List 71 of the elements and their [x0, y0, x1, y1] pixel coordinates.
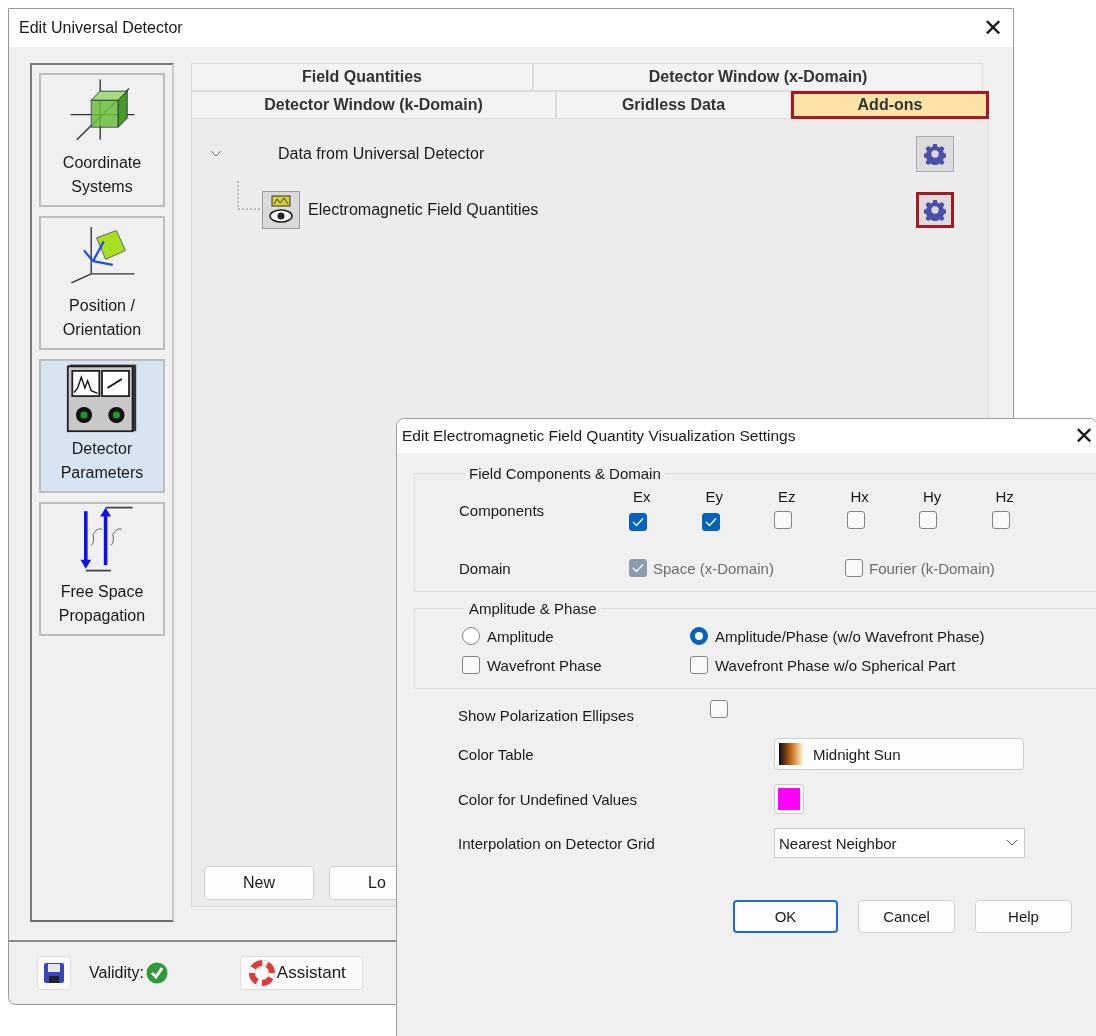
settings-button[interactable] [916, 192, 954, 228]
check-icon [632, 563, 644, 573]
lifebuoy-icon [248, 960, 275, 986]
option-label: Wavefront Phase w/o Spherical Part [715, 656, 956, 674]
tab[interactable]: Gridless Data [556, 91, 791, 119]
component-checkbox[interactable] [701, 513, 720, 531]
validity-label: Validity: [89, 964, 144, 982]
checkbox-label: Fourier (k-Domain) [869, 559, 995, 577]
setting-label: Show Polarization Ellipses [458, 707, 634, 724]
column-label: Hz [994, 488, 1014, 505]
sidebar-item[interactable]: Detector Parameters [39, 359, 165, 493]
action-button[interactable]: New [204, 866, 314, 900]
sidebar-label: Detector Parameters [59, 439, 145, 483]
option-label: Amplitude [487, 627, 554, 645]
checkbox[interactable] [690, 656, 708, 674]
component-checkbox[interactable] [846, 511, 865, 529]
close-icon[interactable]: ✕ [1074, 424, 1094, 448]
component-checkbox[interactable] [774, 511, 792, 529]
chevron-down-icon [1006, 839, 1018, 847]
column-label: Ez [777, 488, 796, 505]
checkbox[interactable] [710, 699, 728, 718]
radio-button[interactable] [690, 627, 708, 645]
component-checkbox[interactable] [991, 511, 1010, 529]
radio-button[interactable] [462, 627, 480, 645]
column-label: Ex [632, 488, 651, 505]
group-title: Field Components & Domain [468, 465, 662, 482]
row-label: Components [459, 502, 545, 519]
check-icon [632, 517, 644, 527]
window-title: Edit Universal Detector [19, 19, 183, 37]
column-label: Hx [849, 488, 869, 505]
settings-icon [924, 199, 946, 221]
component-checkbox[interactable] [629, 513, 647, 531]
tab[interactable]: Detector Window (k-Domain) [191, 91, 556, 119]
tab[interactable]: Add-ons [791, 91, 989, 119]
gradient-swatch-icon [779, 743, 803, 765]
setting-label: Color for Undefined Values [458, 790, 637, 808]
sidebar-label: Coordinate Systems [61, 153, 143, 197]
interpolation-dropdown[interactable]: Nearest Neighbor [774, 828, 1025, 858]
close-icon[interactable]: ✕ [983, 16, 1003, 40]
sidebar-label: Position / Orientation [61, 296, 143, 340]
eye-monitor-icon [262, 191, 300, 229]
sidebar-item[interactable]: Free Space Propagation [39, 502, 165, 636]
settings-icon [924, 143, 946, 165]
checkbox[interactable] [462, 656, 480, 674]
setting-label: Interpolation on Detector Grid [458, 834, 655, 852]
sidebar-item[interactable]: Position / Orientation [39, 216, 165, 350]
save-button[interactable] [37, 956, 71, 990]
dialog-title: Edit Electromagnetic Field Quantity Visualization Settings [402, 427, 796, 445]
chevron-down-icon[interactable] [210, 150, 222, 158]
row-label: Domain [459, 559, 511, 577]
group-title: Amplitude & Phase [468, 600, 598, 617]
setting-label: Color Table [458, 745, 534, 763]
tree-item-label: Electromagnetic Field Quantities [308, 201, 540, 219]
color-table-field[interactable]: Midnight Sun [774, 738, 1024, 770]
option-label: Wavefront Phase [487, 656, 602, 674]
sidebar-label: Free Space Propagation [57, 582, 147, 626]
component-checkbox[interactable] [919, 511, 937, 529]
dialog-button[interactable]: Help [975, 900, 1072, 933]
settings-button[interactable] [916, 136, 954, 172]
column-label: Ey [704, 488, 723, 505]
tab[interactable]: Detector Window (x-Domain) [533, 63, 983, 91]
check-icon [704, 517, 717, 527]
sidebar-item[interactable]: Coordinate Systems [39, 73, 165, 207]
column-label: Hy [922, 488, 942, 505]
assistant-button[interactable]: Assistant [239, 956, 363, 990]
checkbox-label: Space (x-Domain) [653, 559, 774, 577]
dialog-button[interactable]: Cancel [858, 900, 955, 933]
dialog-button[interactable]: OK [733, 900, 838, 933]
option-label: Amplitude/Phase (w/o Wavefront Phase) [715, 627, 985, 645]
tree-item-label: Data from Universal Detector [278, 145, 486, 163]
tab[interactable]: Field Quantities [191, 63, 533, 91]
